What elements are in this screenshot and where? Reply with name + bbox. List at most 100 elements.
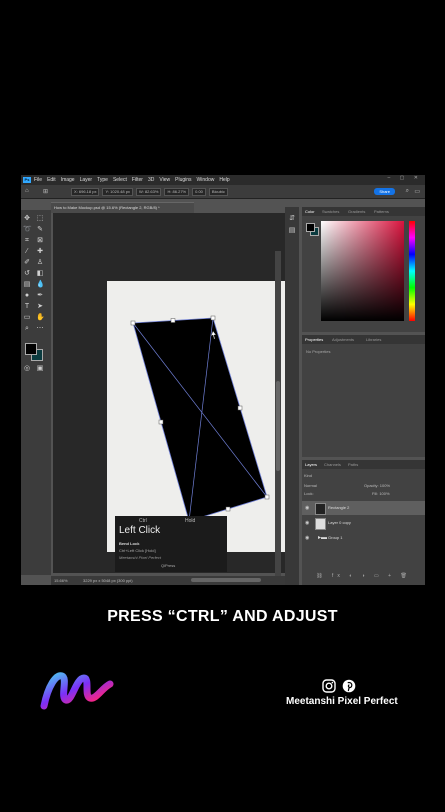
fg-swatch-mini[interactable] — [306, 223, 315, 232]
status-zoom[interactable]: 15.66% — [54, 576, 68, 585]
tab-paths[interactable]: Paths — [348, 460, 358, 469]
shape-tool-icon[interactable]: ▭ — [23, 314, 31, 322]
lock-label: Lock: — [304, 491, 314, 496]
tab-gradients[interactable]: Gradients — [348, 207, 365, 216]
canvas-vertical-scrollbar[interactable] — [275, 251, 281, 585]
scroll-thumb[interactable] — [276, 381, 280, 471]
more-tools-icon[interactable]: ⋯ — [36, 325, 44, 333]
type-tool-icon[interactable]: T — [23, 303, 31, 311]
zoom-tool-icon[interactable]: ⌕ — [23, 325, 31, 333]
hue-slider[interactable] — [409, 221, 415, 321]
stamp-tool-icon[interactable]: ♙ — [36, 259, 44, 267]
healing-tool-icon[interactable]: ✚ — [36, 248, 44, 256]
visibility-eye-icon[interactable]: ◉ — [305, 501, 309, 515]
transform-icon[interactable]: ⊞ — [43, 188, 48, 195]
x-field[interactable]: X: 696.18 px — [71, 187, 100, 196]
menu-plugins[interactable]: Plugins — [175, 177, 191, 183]
h-field[interactable]: H: 86.27% — [164, 187, 190, 196]
menu-bar: Ps File Edit Image Layer Type Select Fil… — [21, 175, 425, 185]
quick-mask-icon[interactable]: ◎ — [23, 365, 31, 373]
blur-tool-icon[interactable]: 💧 — [36, 281, 45, 289]
brush-tool-icon[interactable]: ✐ — [23, 259, 31, 267]
menu-layer[interactable]: Layer — [80, 177, 93, 183]
layer-filter-kind[interactable]: Kind — [304, 473, 312, 478]
frame-tool-icon[interactable]: ⊠ — [36, 237, 44, 245]
horizontal-scrollbar[interactable] — [191, 578, 261, 582]
tab-color[interactable]: Color — [305, 207, 315, 216]
photoshop-logo-icon: Ps — [23, 177, 31, 183]
screen-mode-icon[interactable]: ▣ — [36, 365, 44, 373]
comments-panel-icon[interactable]: ▤ — [288, 227, 296, 235]
crop-tool-icon[interactable]: ⌗ — [23, 237, 31, 245]
eyedropper-tool-icon[interactable]: ⁄ — [23, 248, 31, 256]
window-controls[interactable]: – ▢ ✕ — [388, 175, 422, 181]
transform-handle[interactable] — [237, 405, 243, 411]
fill-field[interactable]: Fill: 100% — [372, 491, 390, 496]
layer-row[interactable]: ◉ Rectangle 2 — [302, 501, 425, 515]
mockup-photo[interactable] — [107, 281, 288, 552]
tab-patterns[interactable]: Patterns — [374, 207, 389, 216]
layer-row[interactable]: ◉ Layer 0 copy — [302, 516, 425, 530]
hand-tool-icon[interactable]: ✋ — [36, 314, 45, 322]
tab-swatches[interactable]: Swatches — [322, 207, 339, 216]
tab-layers[interactable]: Layers — [305, 460, 317, 469]
layers-footer-icons[interactable]: ⛓ fx ◐ ◑ ▭ + 🗑 — [302, 573, 425, 579]
menu-image[interactable]: Image — [61, 177, 75, 183]
interpolation-select[interactable]: Bicubic — [208, 187, 228, 196]
options-bar: ⌂ ⊞ X: 696.18 px Y: 1020.48 px W: 82.63%… — [21, 185, 425, 199]
blend-mode-select[interactable]: Normal — [304, 483, 317, 488]
transform-handle[interactable] — [130, 320, 136, 326]
share-button[interactable]: Share — [374, 188, 395, 195]
pen-tool-icon[interactable]: ✒ — [36, 292, 44, 300]
gradient-tool-icon[interactable]: ▤ — [23, 281, 31, 289]
opacity-field[interactable]: Opacity: 100% — [364, 483, 390, 488]
tab-adjustments[interactable]: Adjustments — [332, 335, 354, 344]
visibility-eye-icon[interactable]: ◉ — [305, 516, 309, 530]
visibility-eye-icon[interactable]: ◉ — [305, 531, 309, 545]
w-field[interactable]: W: 82.63% — [135, 187, 162, 196]
transform-handle[interactable] — [210, 315, 216, 321]
menu-view[interactable]: View — [159, 177, 170, 183]
menu-help[interactable]: Help — [219, 177, 229, 183]
search-icon[interactable]: ⌕ — [406, 188, 409, 195]
pinterest-icon[interactable] — [342, 679, 356, 693]
layer-row[interactable]: ◉ ▸▬ Group 1 — [302, 531, 425, 545]
instagram-icon[interactable] — [322, 679, 336, 693]
menu-edit[interactable]: Edit — [47, 177, 56, 183]
menu-type[interactable]: Type — [97, 177, 108, 183]
tab-channels[interactable]: Channels — [324, 460, 341, 469]
menu-file[interactable]: File — [34, 177, 42, 183]
move-tool-icon[interactable]: ✥ — [23, 215, 31, 223]
transform-handle[interactable] — [170, 318, 176, 323]
eraser-tool-icon[interactable]: ◧ — [36, 270, 44, 278]
hint-line: Bend Lock — [119, 541, 140, 546]
workspace-icon[interactable]: ▭ — [414, 188, 420, 195]
angle-field[interactable]: 0.00 — [192, 187, 206, 196]
menu-filter[interactable]: Filter — [132, 177, 143, 183]
transform-handle[interactable] — [158, 419, 164, 425]
transform-handle[interactable] — [264, 494, 270, 500]
hint-title: Left Click — [119, 525, 161, 536]
menu-window[interactable]: Window — [197, 177, 215, 183]
y-field[interactable]: Y: 1020.48 px — [102, 187, 133, 196]
lasso-tool-icon[interactable]: ➰ — [23, 226, 32, 234]
quick-select-tool-icon[interactable]: ✎ — [36, 226, 44, 234]
color-picker-field[interactable] — [321, 221, 404, 321]
brand-name: Meetanshi Pixel Perfect — [286, 696, 398, 707]
modifier-key-hint: Ctrl Hold Left Click Bend Lock Ctrl+Left… — [115, 516, 227, 572]
history-panel-icon[interactable]: ⇵ — [288, 215, 296, 223]
menu-3d[interactable]: 3D — [148, 177, 154, 183]
history-brush-tool-icon[interactable]: ↺ — [23, 270, 31, 278]
hint-line: Meetanshi Pixel Perfect — [119, 555, 162, 560]
marquee-tool-icon[interactable]: ⬚ — [36, 215, 44, 223]
document-tab[interactable]: How to Make Mockup.psd @ 15.6% (Rectangl… — [51, 202, 194, 213]
menu-select[interactable]: Select — [113, 177, 127, 183]
foreground-color-swatch[interactable] — [25, 343, 37, 355]
transform-handle[interactable] — [225, 506, 231, 512]
tab-properties[interactable]: Properties — [305, 335, 323, 344]
home-icon[interactable]: ⌂ — [25, 188, 29, 194]
dodge-tool-icon[interactable]: ● — [23, 292, 31, 300]
tab-libraries[interactable]: Libraries — [366, 335, 381, 344]
path-select-tool-icon[interactable]: ➤ — [36, 303, 44, 311]
layer-thumbnail — [315, 503, 326, 515]
